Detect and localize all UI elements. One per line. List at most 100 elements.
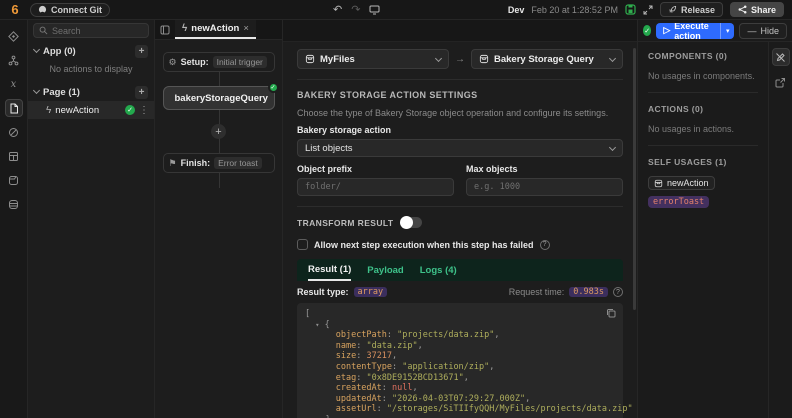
- gear-icon: ⚙: [168, 56, 177, 67]
- settings-panel-header: [283, 20, 637, 42]
- open-external-icon[interactable]: [772, 73, 790, 91]
- transform-result-label: TRANSFORM RESULT: [297, 217, 394, 228]
- share-button[interactable]: Share: [729, 2, 784, 17]
- help-icon[interactable]: ?: [539, 239, 550, 250]
- usages-panel: COMPONENTS (0) No usages in components. …: [638, 42, 768, 418]
- connect-git-button[interactable]: Connect Git: [30, 2, 110, 17]
- saved-floppy-icon: [625, 4, 636, 15]
- sidebar-theme-icon[interactable]: [5, 123, 23, 141]
- flow-step-bakerystoragequery[interactable]: bakeryStorageQuery ✓: [162, 82, 279, 110]
- action-menu-icon[interactable]: ⋮: [139, 105, 149, 116]
- page-section-header[interactable]: Page (1) +: [28, 83, 154, 101]
- settings-section-title: BAKERY STORAGE ACTION SETTINGS: [297, 90, 478, 100]
- copy-icon[interactable]: [606, 308, 616, 318]
- search-box[interactable]: [33, 23, 149, 38]
- transform-result-toggle[interactable]: [400, 216, 423, 229]
- result-json-viewer[interactable]: [ ▾ { objectPath: "projects/data.zip", n…: [297, 303, 633, 418]
- undo-icon[interactable]: ↶: [333, 3, 342, 16]
- minus-icon: —: [747, 25, 757, 36]
- action-bolt-icon: ϟ: [46, 104, 52, 116]
- execution-success-icon: ✓: [643, 25, 652, 36]
- divider: [648, 92, 758, 93]
- action-type-select[interactable]: Bakery Storage Query: [471, 49, 623, 69]
- share-icon: [738, 5, 747, 14]
- app-window: 6 Connect Git ↶ ↷ Dev Feb 20 at 1:28:52 …: [0, 0, 792, 418]
- add-app-action-button[interactable]: +: [135, 44, 148, 58]
- module-sidebar: x: [0, 20, 28, 418]
- resource-select[interactable]: MyFiles: [297, 49, 449, 69]
- add-page-action-button[interactable]: +: [135, 85, 148, 99]
- self-usages-title: SELF USAGES (1): [648, 157, 727, 167]
- tab-result[interactable]: Result (1): [308, 259, 352, 281]
- usage-pill-newaction[interactable]: newAction: [648, 176, 715, 190]
- github-icon: [38, 5, 47, 14]
- usages-pen-disabled-icon[interactable]: [771, 48, 790, 66]
- flag-icon: ⚑: [168, 157, 177, 168]
- tab-logs[interactable]: Logs (4): [420, 259, 457, 281]
- sidebar-actions-icon[interactable]: [4, 99, 23, 117]
- flow-finish-step[interactable]: ⚑ Finish: Error toast: [162, 153, 275, 173]
- allow-next-step-checkbox[interactable]: [297, 239, 308, 250]
- flow-setup-step[interactable]: ⚙ Setup: Initial trigger: [162, 52, 275, 72]
- divider: [297, 206, 623, 207]
- storage-action-select[interactable]: List objects: [297, 139, 623, 157]
- sidebar-tables-icon[interactable]: [5, 147, 23, 165]
- sidebar-interface-icon[interactable]: [5, 27, 23, 45]
- right-region: ✓ ▷ Execute action ▾ — Hide COMPONENTS (…: [638, 20, 792, 418]
- object-prefix-input[interactable]: [297, 178, 454, 196]
- action-list-item-newaction[interactable]: ϟ newAction ✓ ⋮: [28, 101, 154, 119]
- setup-trigger-badge: Initial trigger: [212, 56, 267, 68]
- top-bar: 6 Connect Git ↶ ↷ Dev Feb 20 at 1:28:52 …: [0, 0, 792, 20]
- tab-payload[interactable]: Payload: [367, 259, 403, 281]
- help-icon[interactable]: ?: [613, 287, 623, 297]
- release-button[interactable]: Release: [659, 2, 723, 17]
- finish-toast-badge: Error toast: [214, 157, 262, 169]
- usage-pill-errortoast[interactable]: errorToast: [648, 196, 710, 208]
- rocket-icon: [669, 5, 677, 13]
- chevron-down-icon: [434, 54, 443, 62]
- result-type-label: Result type:: [297, 287, 349, 297]
- app-section-header[interactable]: App (0) +: [28, 42, 154, 60]
- request-time-label: Request time:: [508, 287, 565, 297]
- actions-usages-title: ACTIONS (0): [648, 104, 704, 114]
- sidebar-variables-icon[interactable]: x: [5, 75, 23, 93]
- result-tabs-bar: Result (1) Payload Logs (4): [297, 259, 623, 281]
- play-icon: ▷: [663, 25, 671, 35]
- actions-usages-empty: No usages in actions.: [648, 124, 735, 134]
- add-step-button[interactable]: +: [211, 124, 226, 139]
- execute-action-button[interactable]: ▷ Execute action ▾: [656, 22, 735, 39]
- actions-tree-panel: App (0) + No actions to display Page (1)…: [28, 20, 155, 418]
- environment-label[interactable]: Dev: [508, 5, 525, 15]
- divider: [297, 79, 623, 80]
- sidebar-resources-icon[interactable]: [5, 171, 23, 189]
- sidebar-database-icon[interactable]: [5, 195, 23, 213]
- execute-options-dropdown[interactable]: ▾: [719, 22, 735, 39]
- app-logo-icon[interactable]: 6: [8, 2, 22, 17]
- action-success-badge: ✓: [125, 105, 135, 115]
- execute-toolbar: ✓ ▷ Execute action ▾ — Hide: [638, 20, 792, 42]
- tab-newaction[interactable]: ϟ newAction ×: [175, 20, 256, 39]
- allow-next-step-label: Allow next step execution when this step…: [314, 239, 534, 250]
- object-prefix-label: Object prefix: [297, 164, 353, 174]
- hide-panel-button[interactable]: — Hide: [739, 22, 787, 39]
- step-settings-panel: MyFiles → Bakery Storage Query BAKERY ST…: [283, 20, 638, 418]
- components-usages-empty: No usages in components.: [648, 71, 755, 81]
- search-icon: [39, 26, 48, 35]
- max-objects-input[interactable]: [466, 178, 623, 196]
- arrow-right-icon: →: [455, 53, 465, 65]
- redo-icon[interactable]: ↷: [351, 3, 360, 16]
- right-icon-strip: [768, 42, 792, 418]
- close-tab-icon[interactable]: ×: [243, 23, 249, 34]
- step-success-badge: ✓: [267, 82, 279, 93]
- result-type-badge: array: [353, 287, 388, 297]
- collapse-panel-icon[interactable]: [155, 20, 175, 39]
- settings-scrollbar[interactable]: [633, 48, 636, 310]
- chevron-down-icon: [608, 143, 617, 151]
- fullscreen-icon[interactable]: [643, 5, 653, 15]
- action-bolt-icon: ϟ: [182, 23, 188, 34]
- search-input[interactable]: [52, 25, 143, 36]
- preview-monitor-icon[interactable]: [369, 5, 380, 15]
- app-empty-message: No actions to display: [49, 64, 133, 74]
- chevron-down-icon: [32, 86, 41, 95]
- sidebar-automations-icon[interactable]: [5, 51, 23, 69]
